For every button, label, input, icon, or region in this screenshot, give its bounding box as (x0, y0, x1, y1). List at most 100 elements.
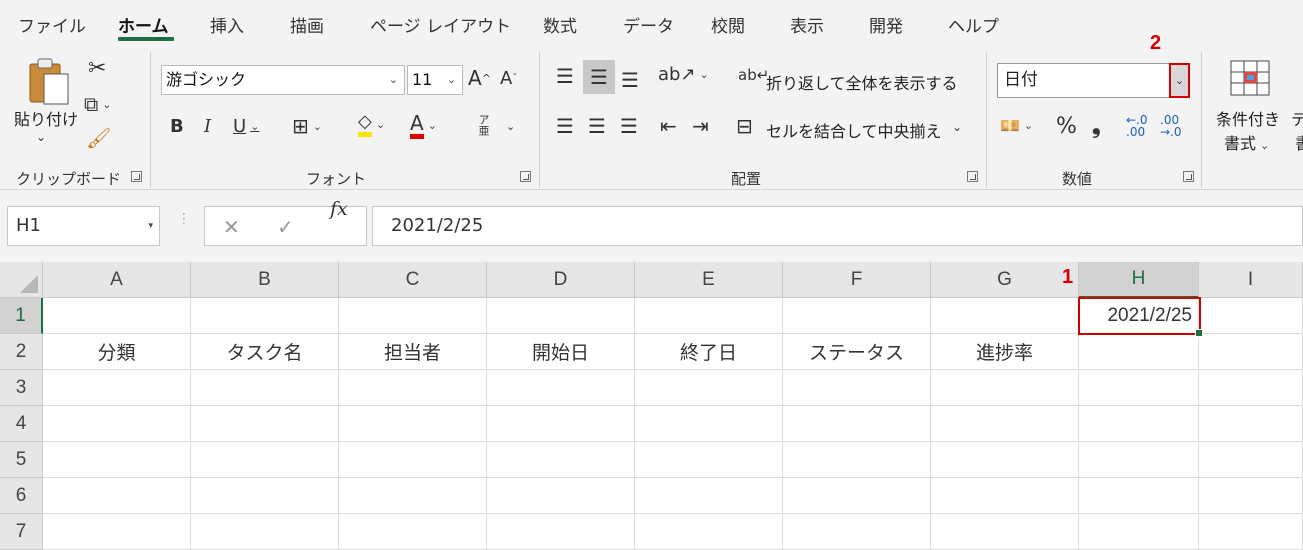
column-header-f[interactable]: F (783, 262, 931, 298)
cell-d2[interactable]: 開始日 (487, 334, 635, 370)
column-header-g[interactable]: G (931, 262, 1079, 298)
cell-a5[interactable] (43, 442, 191, 478)
cell-a7[interactable] (43, 514, 191, 550)
row-header-5[interactable]: 5 (0, 442, 43, 478)
cell-c2[interactable]: 担当者 (339, 334, 487, 370)
cell-f4[interactable] (783, 406, 931, 442)
copy-icon[interactable]: ⧉ ⌄ (84, 92, 112, 116)
cell-d6[interactable] (487, 478, 635, 514)
cell-f1[interactable] (783, 298, 931, 334)
cell-h4[interactable] (1079, 406, 1199, 442)
cell-i2[interactable] (1199, 334, 1303, 370)
cell-g1[interactable] (931, 298, 1079, 334)
format-as-table-label-cutoff[interactable]: テ (1291, 106, 1303, 130)
chevron-down-icon[interactable]: ⌄ (952, 120, 962, 134)
underline-icon[interactable]: U ⌄ (233, 116, 259, 137)
comma-style-button[interactable]: ❟ (1092, 114, 1101, 139)
cell-c6[interactable] (339, 478, 487, 514)
column-header-d[interactable]: D (487, 262, 635, 298)
conditional-formatting-icon[interactable] (1228, 58, 1272, 98)
font-color-icon[interactable]: A ⌄ (410, 112, 437, 139)
select-all-button[interactable] (0, 262, 43, 298)
tab-draw[interactable]: 描画 (290, 12, 324, 37)
tab-view[interactable]: 表示 (790, 12, 824, 37)
cell-a4[interactable] (43, 406, 191, 442)
cell-h6[interactable] (1079, 478, 1199, 514)
cell-h5[interactable] (1079, 442, 1199, 478)
row-header-7[interactable]: 7 (0, 514, 43, 550)
cell-b1[interactable] (191, 298, 339, 334)
clipboard-launcher-icon[interactable] (131, 171, 142, 182)
tab-developer[interactable]: 開発 (869, 12, 903, 37)
cell-i4[interactable] (1199, 406, 1303, 442)
name-box[interactable]: H1 ▾ (7, 206, 160, 246)
column-header-e[interactable]: E (635, 262, 783, 298)
tab-data[interactable]: データ (623, 12, 674, 37)
wrap-text-icon[interactable]: ab↵ (738, 66, 769, 84)
fill-color-icon[interactable]: ◇ ⌄ (358, 112, 385, 137)
cell-a1[interactable] (43, 298, 191, 334)
font-name-select[interactable]: 游ゴシック ⌄ (161, 65, 405, 95)
align-middle-icon[interactable]: ☰ (583, 60, 615, 94)
enter-icon[interactable]: ✓ (277, 215, 294, 239)
cell-c1[interactable] (339, 298, 487, 334)
cell-g3[interactable] (931, 370, 1079, 406)
tab-review[interactable]: 校閲 (711, 12, 745, 37)
column-header-h[interactable]: H (1079, 262, 1199, 298)
align-bottom-icon[interactable]: ☰ (621, 68, 639, 92)
cell-i7[interactable] (1199, 514, 1303, 550)
font-launcher-icon[interactable] (520, 171, 531, 182)
alignment-launcher-icon[interactable] (967, 171, 978, 182)
cancel-icon[interactable]: ✕ (223, 215, 240, 239)
italic-icon[interactable]: I (204, 116, 211, 137)
cut-icon[interactable]: ✂ (88, 56, 106, 81)
cell-b5[interactable] (191, 442, 339, 478)
merge-center-button[interactable]: セルを結合して中央揃え (766, 118, 942, 142)
increase-decimal-icon[interactable]: ←.0.00 (1126, 114, 1148, 138)
cell-f6[interactable] (783, 478, 931, 514)
align-right-icon[interactable]: ☰ (620, 114, 638, 138)
cell-c4[interactable] (339, 406, 487, 442)
number-launcher-icon[interactable] (1183, 171, 1194, 182)
borders-icon[interactable]: ⊞ ⌄ (292, 114, 322, 138)
cell-f7[interactable] (783, 514, 931, 550)
row-header-6[interactable]: 6 (0, 478, 43, 514)
cell-b4[interactable] (191, 406, 339, 442)
percent-style-button[interactable]: % (1056, 114, 1077, 139)
row-header-1[interactable]: 1 (0, 298, 43, 334)
tab-home[interactable]: ホーム (118, 12, 169, 37)
furigana-icon[interactable]: ア亜 (477, 114, 490, 136)
column-header-i[interactable]: I (1199, 262, 1303, 298)
paste-dropdown-icon[interactable]: ⌄ (36, 130, 46, 144)
cell-e6[interactable] (635, 478, 783, 514)
cell-a2[interactable]: 分類 (43, 334, 191, 370)
bold-icon[interactable]: B (170, 116, 184, 137)
cell-d7[interactable] (487, 514, 635, 550)
cell-i5[interactable] (1199, 442, 1303, 478)
cell-e7[interactable] (635, 514, 783, 550)
format-painter-icon[interactable]: 🖌 (86, 126, 111, 150)
cell-f5[interactable] (783, 442, 931, 478)
cell-e2[interactable]: 終了日 (635, 334, 783, 370)
column-header-b[interactable]: B (191, 262, 339, 298)
row-header-2[interactable]: 2 (0, 334, 43, 370)
cell-e5[interactable] (635, 442, 783, 478)
decrease-font-size-icon[interactable]: Aˇ (500, 68, 517, 89)
cell-g6[interactable] (931, 478, 1079, 514)
cell-f2[interactable]: ステータス (783, 334, 931, 370)
cell-b6[interactable] (191, 478, 339, 514)
cell-b3[interactable] (191, 370, 339, 406)
tab-insert[interactable]: 挿入 (210, 12, 244, 37)
align-top-icon[interactable]: ☰ (556, 64, 574, 88)
merge-center-icon[interactable]: ⊟ (736, 114, 753, 138)
cell-h3[interactable] (1079, 370, 1199, 406)
number-format-dropdown-button[interactable]: ⌄ (1169, 63, 1190, 98)
align-left-icon[interactable]: ☰ (556, 114, 574, 138)
row-header-3[interactable]: 3 (0, 370, 43, 406)
cell-a6[interactable] (43, 478, 191, 514)
formula-input[interactable]: 2021/2/25 (372, 206, 1303, 246)
decrease-indent-icon[interactable]: ⇤ (660, 114, 677, 138)
tab-help[interactable]: ヘルプ (948, 12, 999, 37)
tab-formulas[interactable]: 数式 (543, 12, 577, 37)
cell-e4[interactable] (635, 406, 783, 442)
